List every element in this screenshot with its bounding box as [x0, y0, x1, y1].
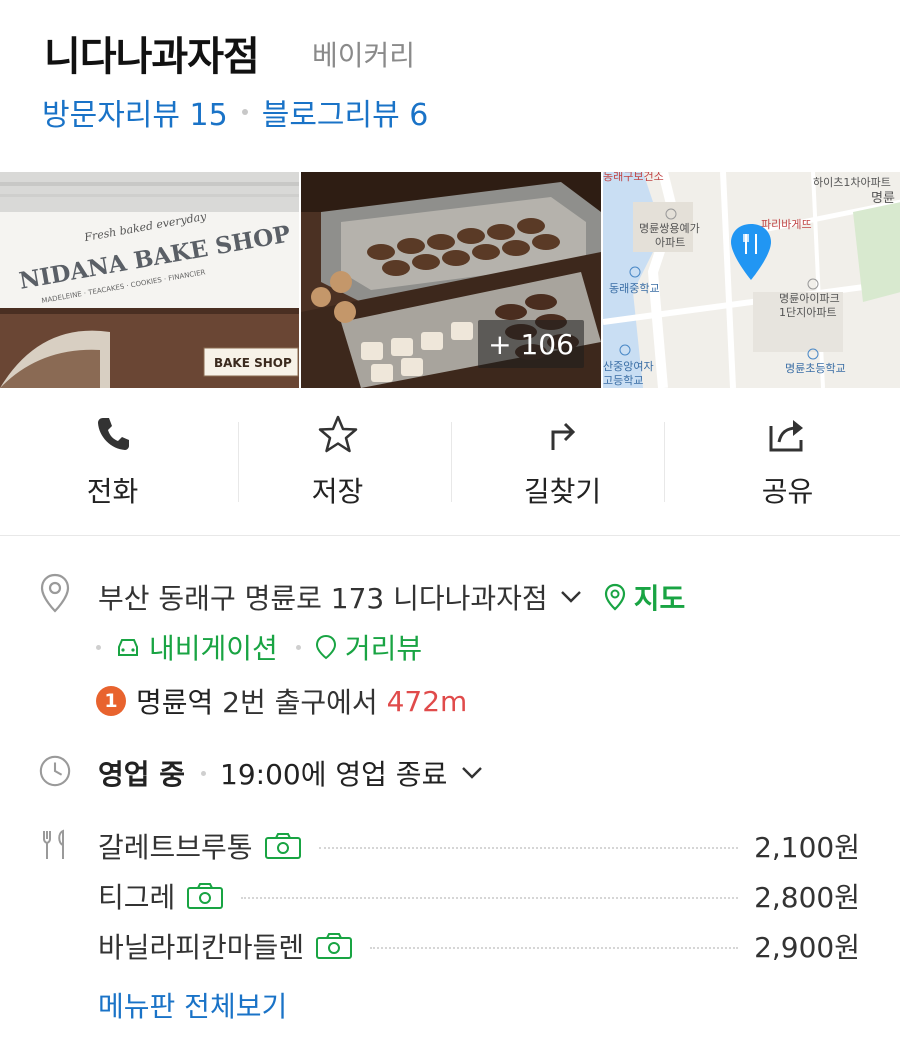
camera-icon[interactable] — [314, 932, 354, 960]
save-button[interactable]: 저장 — [225, 388, 450, 536]
menu-item[interactable]: 갈레트브루통 2,100원 — [98, 823, 860, 869]
map-label-bakery: 파리바게뜨 — [761, 218, 812, 231]
dotted-leader — [241, 897, 739, 899]
separator-dot — [241, 109, 248, 115]
map-link[interactable]: 지도 — [604, 577, 686, 617]
map-label-school3a: 산중앙여자 — [603, 360, 654, 373]
phone-icon — [91, 412, 135, 456]
place-header: 니다나과자점 베이커리 방문자리뷰 15 블로그리뷰 6 — [0, 0, 900, 172]
menu-item[interactable]: 바닐라피칸마들렌 2,900원 — [98, 923, 860, 969]
map-label-apt2b: 1단지아파트 — [779, 306, 837, 319]
map-label-school3b: 고등학교 — [603, 374, 643, 387]
map-pin-outline-icon — [604, 583, 626, 611]
streetview-pin-icon — [315, 634, 337, 660]
streetview-label: 거리뷰 — [344, 632, 423, 665]
address-text: 부산 동래구 명륜로 173 니다나과자점 — [98, 582, 548, 615]
map-label-health: 동래구보건소 — [603, 172, 664, 183]
photo-more-count[interactable]: + 106 — [478, 320, 584, 368]
place-category: 베이커리 — [312, 39, 416, 72]
photo-strip: Fresh baked everyday NIDANA BAKE SHOP MA… — [0, 172, 900, 388]
navigation-row: 내비게이션 거리뷰 — [96, 627, 422, 667]
menu-item-price: 2,800원 — [754, 881, 860, 914]
menu-item[interactable]: 티그레 2,800원 — [98, 873, 860, 919]
small-shop-sign: BAKE SHOP — [214, 356, 292, 370]
car-icon — [115, 635, 141, 659]
menu-item-name: 갈레트브루통 — [98, 831, 253, 864]
hours-status: 영업 중 — [98, 758, 186, 791]
map-label-heights: 하이츠1차아파트 — [813, 175, 891, 189]
share-icon — [766, 412, 810, 456]
station-exit: 2번 출구에서 — [213, 686, 387, 719]
action-divider — [664, 422, 665, 502]
address-row[interactable]: 부산 동래구 명륜로 173 니다나과자점 지도 — [98, 577, 685, 617]
menu-item-name: 바닐라피칸마들렌 — [98, 931, 305, 964]
map-thumbnail[interactable]: 동래구보건소 하이츠1차아파트 명륜 파리바게뜨 명륜쌍용예가 아파트 동래중학… — [602, 172, 900, 388]
map-label-apt2a: 명륜아이파크 — [779, 292, 840, 305]
call-label: 전화 — [86, 475, 139, 508]
directions-label: 길찾기 — [523, 475, 602, 508]
streetview-link[interactable]: 거리뷰 — [315, 627, 422, 667]
chevron-down-icon[interactable] — [560, 590, 582, 604]
fork-knife-icon — [38, 825, 72, 865]
navigation-label: 내비게이션 — [149, 632, 278, 665]
call-button[interactable]: 전화 — [0, 388, 225, 536]
star-icon — [316, 412, 360, 456]
location-pin-icon — [38, 573, 72, 613]
separator-dot — [96, 644, 101, 650]
directions-icon — [541, 412, 585, 456]
action-bar: 전화 저장 길찾기 공유 — [0, 388, 900, 536]
section-gap — [0, 537, 900, 553]
navigation-link[interactable]: 내비게이션 — [115, 627, 278, 667]
dotted-leader — [318, 847, 739, 849]
camera-icon[interactable] — [185, 882, 225, 910]
menu-item-price: 2,100원 — [754, 831, 860, 864]
hours-row[interactable]: 영업 중 19:00에 영업 종료 — [98, 753, 483, 793]
map-link-label: 지도 — [633, 582, 686, 615]
map-label-apt1a: 명륜쌍용예가 — [639, 222, 700, 235]
map-label-apt1b: 아파트 — [655, 236, 685, 249]
station-row: 1 명륜역 2번 출구에서 472m — [96, 681, 467, 721]
dotted-leader — [370, 947, 739, 949]
full-menu-link[interactable]: 메뉴판 전체보기 — [98, 985, 287, 1025]
separator-dot — [201, 770, 207, 776]
share-button[interactable]: 공유 — [675, 388, 900, 536]
subway-line-badge: 1 — [96, 686, 126, 716]
place-title: 니다나과자점 — [44, 34, 260, 80]
map-label-myeongryun: 명륜 — [871, 191, 895, 206]
visitor-review-link[interactable]: 방문자리뷰 15 — [42, 90, 228, 134]
station-distance: 472m — [386, 684, 468, 718]
clock-icon — [38, 751, 72, 791]
station-name: 명륜역 — [136, 686, 214, 719]
hours-detail: 19:00에 영업 종료 — [220, 758, 448, 791]
map-label-school2: 명륜초등학교 — [785, 362, 846, 375]
separator-dot — [295, 644, 301, 650]
camera-icon[interactable] — [263, 832, 303, 860]
directions-button[interactable]: 길찾기 — [450, 388, 675, 536]
menu-item-price: 2,900원 — [754, 931, 860, 964]
map-label-school1: 동래중학교 — [609, 282, 660, 295]
storefront-photo[interactable]: Fresh baked everyday NIDANA BAKE SHOP MA… — [0, 172, 300, 388]
review-links: 방문자리뷰 15 블로그리뷰 6 — [42, 90, 428, 134]
save-label: 저장 — [311, 475, 364, 508]
menu-item-name: 티그레 — [98, 881, 176, 914]
chevron-down-icon[interactable] — [461, 766, 483, 780]
blog-review-link[interactable]: 블로그리뷰 6 — [262, 90, 429, 134]
share-label: 공유 — [761, 475, 814, 508]
